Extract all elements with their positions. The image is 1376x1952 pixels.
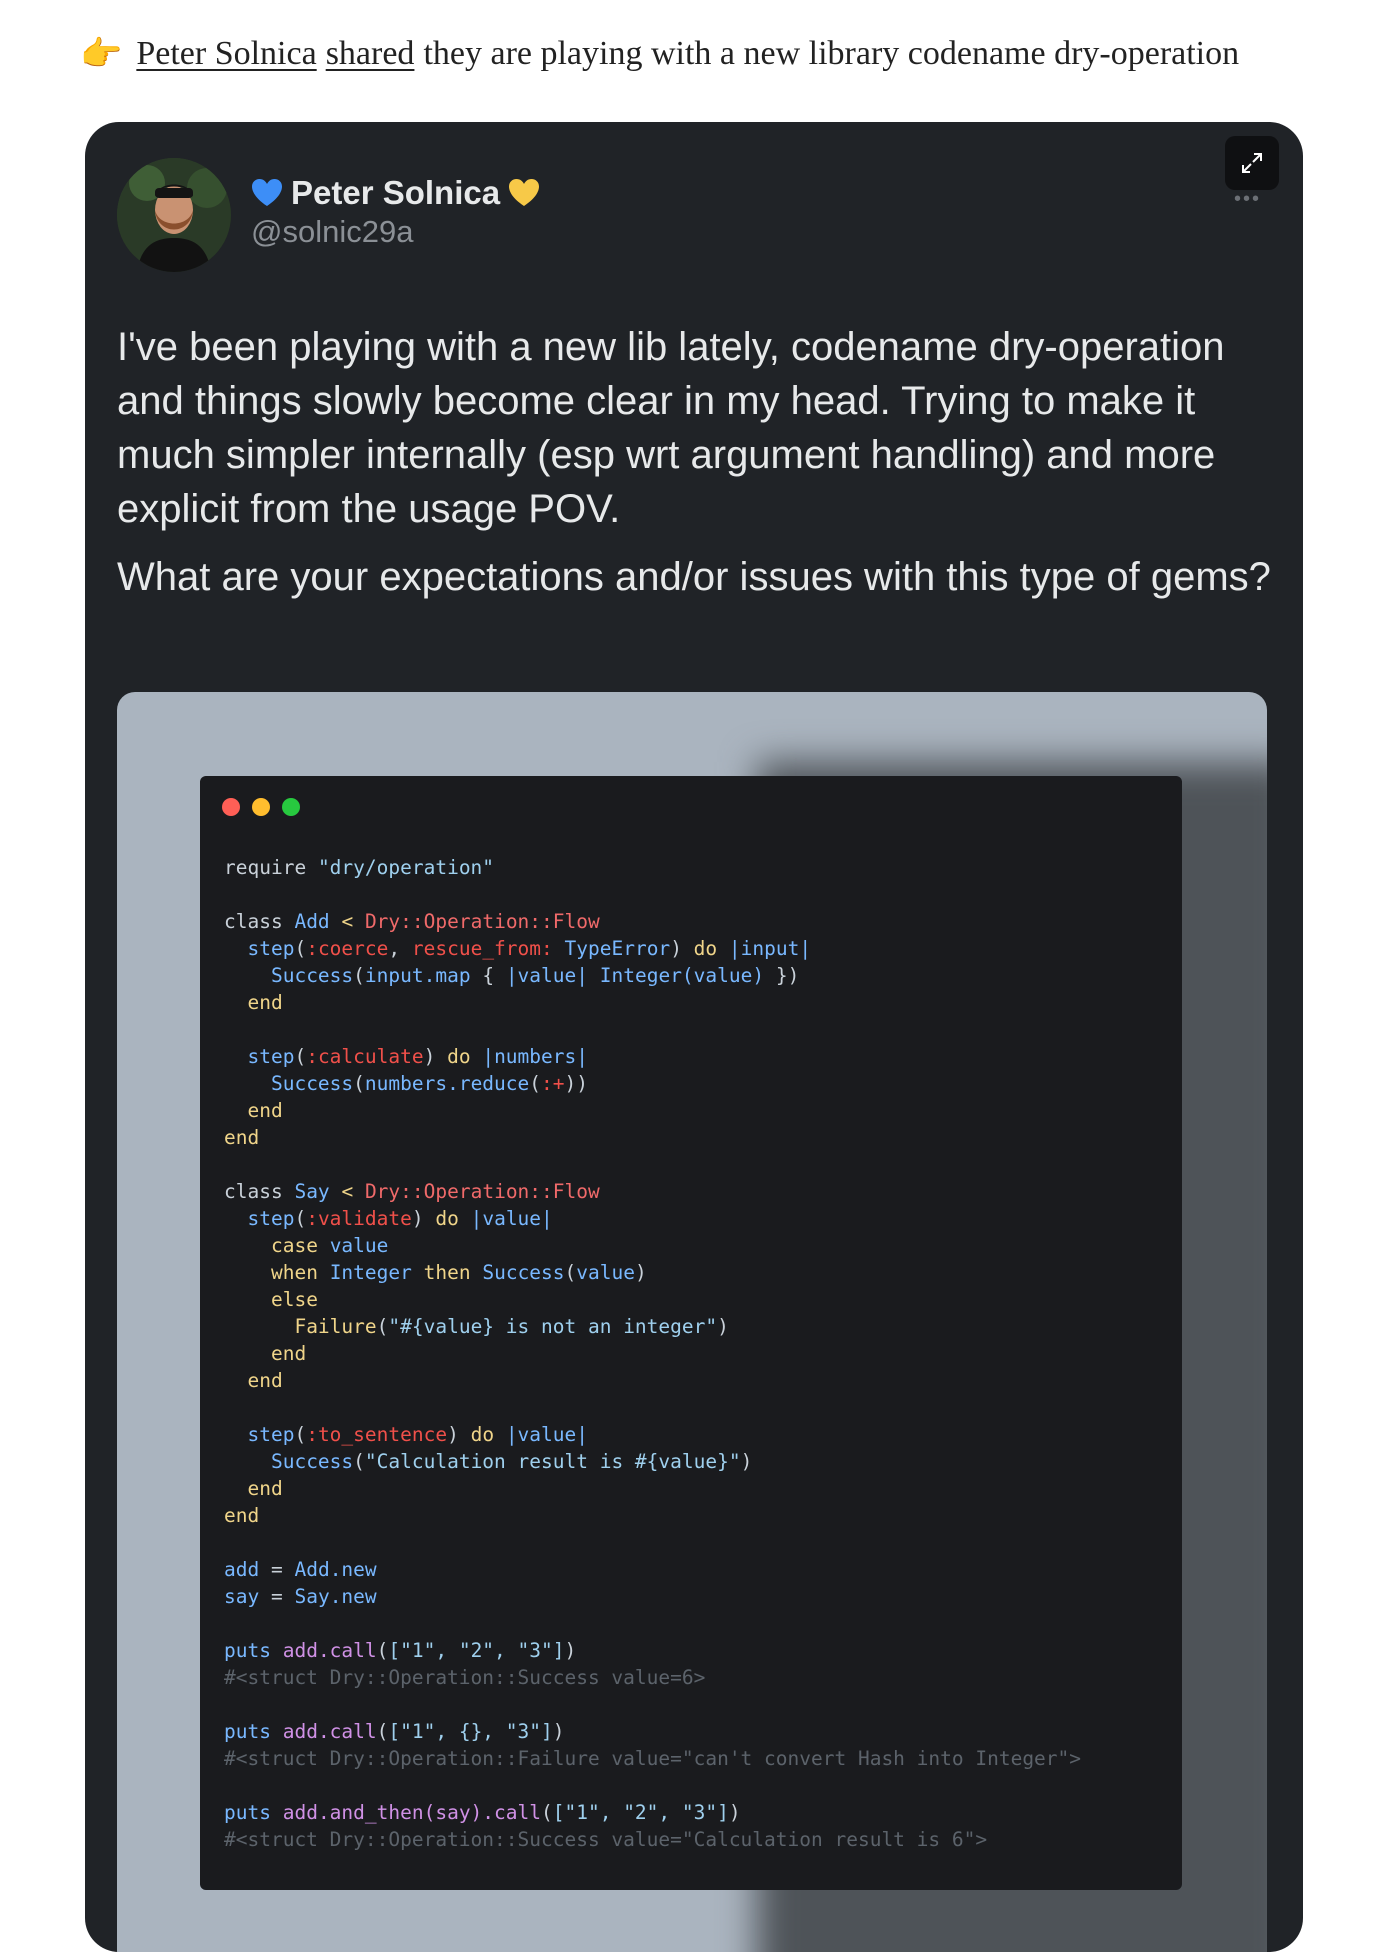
minimize-dot-icon xyxy=(252,798,270,816)
more-options-icon[interactable]: ••• xyxy=(1234,188,1261,211)
author-handle[interactable]: @solnic29a xyxy=(251,214,540,250)
pointing-hand-icon: 👉 xyxy=(80,36,123,73)
author-name-row[interactable]: Peter Solnica xyxy=(251,174,540,212)
tweet-paragraph: I've been playing with a new lib lately,… xyxy=(117,325,1225,531)
expand-icon xyxy=(1242,153,1262,173)
code-block: require "dry/operation" class Add < Dry:… xyxy=(224,856,1082,1851)
author-link[interactable]: Peter Solnica xyxy=(136,35,316,73)
code-window: require "dry/operation" class Add < Dry:… xyxy=(200,776,1182,1890)
intro-text: they are playing with a new library code… xyxy=(423,35,1240,72)
expand-button[interactable] xyxy=(1225,136,1279,190)
window-controls xyxy=(222,798,300,816)
close-dot-icon xyxy=(222,798,240,816)
blue-heart-icon xyxy=(252,179,282,206)
intro-line: 👉 Peter Solnica shared they are playing … xyxy=(80,34,1320,74)
maximize-dot-icon xyxy=(282,798,300,816)
tweet-paragraph: What are your expectations and/or issues… xyxy=(117,555,1271,599)
shared-link[interactable]: shared xyxy=(326,35,415,73)
author-name: Peter Solnica xyxy=(291,174,501,211)
tweet-text: I've been playing with a new lib lately,… xyxy=(117,320,1277,618)
avatar-portrait xyxy=(117,158,231,272)
avatar[interactable] xyxy=(117,158,231,272)
tweet-embed[interactable]: ••• Peter Solnica @solnic29a I've been p… xyxy=(85,122,1303,1952)
tweet-author: Peter Solnica @solnic29a xyxy=(251,174,540,250)
tweet-image[interactable]: require "dry/operation" class Add < Dry:… xyxy=(117,692,1267,1952)
yellow-heart-icon xyxy=(509,179,540,206)
